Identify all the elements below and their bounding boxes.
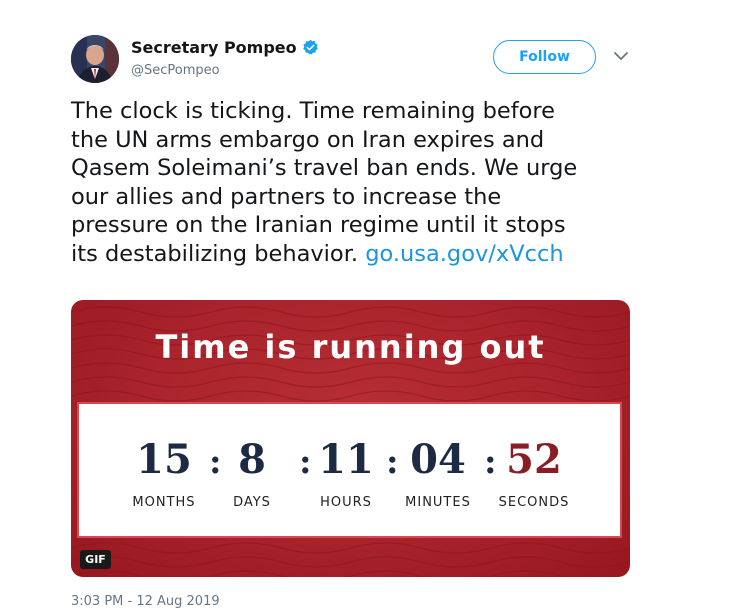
- countdown-gif-card[interactable]: Time is running out 15 MONTHS : 8 DAYS :…: [71, 300, 630, 577]
- tweet-timestamp[interactable]: 3:03 PM - 12 Aug 2019: [71, 594, 220, 609]
- tweet-text: The clock is ticking. Time remaining bef…: [71, 97, 621, 268]
- author-name-row[interactable]: Secretary Pompeo: [131, 38, 319, 57]
- tweet-text-end: its destabilizing behavior.: [71, 240, 359, 267]
- chevron-down-icon[interactable]: [613, 50, 629, 62]
- minutes-value: 04: [410, 436, 466, 483]
- follow-button[interactable]: Follow: [493, 40, 596, 74]
- gif-badge: GIF: [80, 550, 111, 569]
- author-handle[interactable]: @SecPompeo: [131, 63, 220, 78]
- minutes-label: MINUTES: [405, 495, 471, 510]
- tweet-text-line: The clock is ticking. Time remaining bef…: [71, 98, 556, 124]
- avatar[interactable]: [71, 35, 119, 83]
- profile-photo-icon: [71, 35, 119, 83]
- seconds-value: 52: [506, 436, 562, 483]
- author-name[interactable]: Secretary Pompeo: [131, 38, 297, 57]
- seconds-label: SECONDS: [498, 495, 570, 510]
- countdown-timer: 15 MONTHS : 8 DAYS : 11 HOURS : 04 MINUT…: [77, 402, 622, 538]
- tweet-text-line: our allies and partners to increase the: [71, 183, 502, 210]
- verified-badge-icon: [302, 39, 318, 55]
- tweet-text-line-last: its destabilizing behavior. go.usa.gov/x…: [71, 240, 621, 269]
- tweet-link[interactable]: go.usa.gov/xVcch: [365, 241, 563, 267]
- card-title: Time is running out: [155, 328, 546, 366]
- tweet-text-line: pressure on the Iranian regime until it …: [71, 212, 566, 238]
- tweet-text-line: Qasem Soleimani’s travel ban ends. We ur…: [71, 155, 578, 181]
- tweet-text-line: the UN arms embargo on Iran expires and: [71, 126, 545, 153]
